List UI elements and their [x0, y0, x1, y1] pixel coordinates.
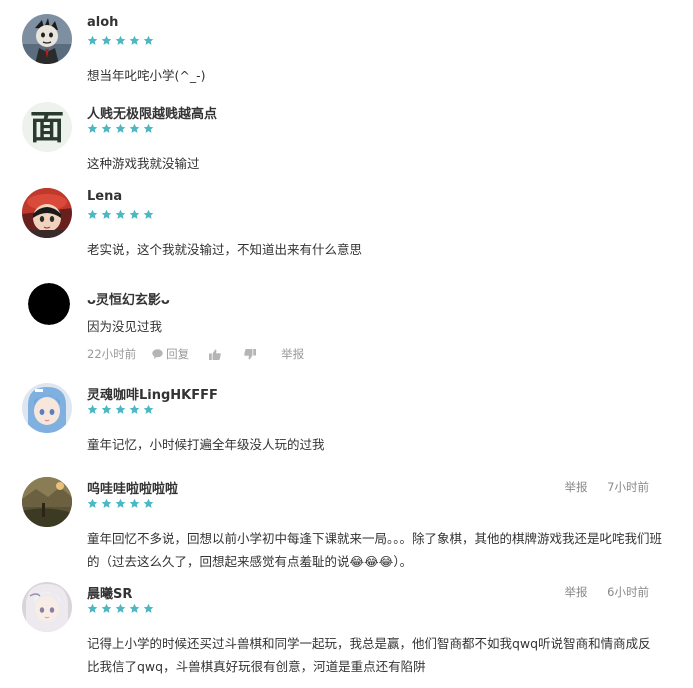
user-avatar[interactable] — [22, 188, 72, 238]
report-button[interactable]: 举报 — [565, 480, 588, 494]
star-icon — [101, 498, 112, 509]
star-icon — [87, 209, 98, 220]
comment-item: aloh 想当年叱咤小学(^_-) — [0, 14, 693, 94]
comment-meta: 举报 6小时前 — [565, 584, 649, 600]
user-avatar[interactable] — [22, 477, 72, 527]
star-rating — [87, 498, 157, 510]
thumbs-up-icon — [209, 349, 221, 360]
star-icon — [143, 123, 154, 134]
star-icon — [101, 209, 112, 220]
star-rating — [87, 209, 157, 221]
star-icon — [101, 35, 112, 46]
username[interactable]: aloh — [87, 15, 118, 30]
timestamp: 6小时前 — [607, 585, 649, 599]
star-icon — [87, 123, 98, 134]
star-icon — [143, 404, 154, 415]
comment-item: 晨曦SR 举报 6小时前 记得上小学的时候还买过斗兽棋和同学一起玩，我总是赢，他… — [0, 582, 693, 682]
star-icon — [115, 123, 126, 134]
dislike-button[interactable] — [244, 348, 259, 360]
star-icon — [129, 123, 140, 134]
comment-item: 面 人贱无极限越贱越高点 这种游戏我就没输过 — [0, 102, 693, 182]
star-rating — [87, 603, 157, 615]
timestamp: 22小时前 — [87, 347, 137, 361]
star-rating — [87, 123, 157, 135]
star-icon — [115, 404, 126, 415]
star-icon — [143, 498, 154, 509]
comment-text: 童年回忆不多说，回想以前小学初中每逢下课就来一局。。。除了象棋，其他的棋牌游戏我… — [87, 531, 663, 569]
star-icon — [129, 603, 140, 614]
avatar-calligraphy-char: 面 — [30, 108, 64, 148]
report-button[interactable]: 举报 — [281, 346, 304, 362]
star-icon — [87, 603, 98, 614]
username[interactable]: 灵魂咖啡LingHKFFF — [87, 384, 218, 403]
reply-label: 回复 — [166, 347, 190, 361]
comment-actions: 22小时前 回复 举报 — [87, 346, 320, 362]
star-icon — [129, 209, 140, 220]
star-icon — [115, 603, 126, 614]
username[interactable]: 人贱无极限越贱越高点 — [87, 103, 217, 122]
star-icon — [143, 603, 154, 614]
username[interactable]: Lena — [87, 189, 122, 204]
star-icon — [87, 404, 98, 415]
star-icon — [129, 35, 140, 46]
star-icon — [129, 498, 140, 509]
comment-item: Lena 老实说，这个我就没输过，不知道出来有什么意思 — [0, 188, 693, 268]
star-rating — [87, 404, 157, 416]
user-avatar[interactable]: 面 — [22, 102, 72, 152]
star-icon — [87, 35, 98, 46]
username[interactable]: ᴗ灵恒幻玄影ᴗ — [87, 289, 170, 308]
speech-bubble-icon — [152, 349, 163, 359]
comment-item: 呜哇哇啦啦啦啦 举报 7小时前 童年回忆不多说，回想以前小学初中每逢下课就来一局… — [0, 477, 693, 577]
star-icon — [101, 123, 112, 134]
like-button[interactable] — [209, 349, 224, 360]
comment-item: ᴗ灵恒幻玄影ᴗ 因为没见过我 22小时前 回复 举报 — [0, 281, 693, 371]
comment-text: 因为没见过我 — [87, 319, 163, 334]
thumbs-down-icon — [244, 348, 257, 359]
reply-button[interactable]: 回复 — [152, 346, 189, 362]
star-icon — [115, 35, 126, 46]
user-avatar[interactable] — [22, 582, 72, 632]
comment-item: 灵魂咖啡LingHKFFF 童年记忆，小时候打遍全年级没人玩的过我 — [0, 383, 693, 463]
comment-text: 记得上小学的时候还买过斗兽棋和同学一起玩，我总是赢，他们智商都不如我qwq听说智… — [87, 636, 651, 674]
user-avatar[interactable] — [28, 283, 70, 325]
star-rating — [87, 35, 157, 47]
comment-text: 这种游戏我就没输过 — [87, 156, 200, 171]
star-icon — [101, 603, 112, 614]
star-icon — [101, 404, 112, 415]
star-icon — [115, 209, 126, 220]
comment-meta: 举报 7小时前 — [565, 479, 649, 495]
star-icon — [129, 404, 140, 415]
user-avatar[interactable] — [22, 383, 72, 433]
comment-text: 老实说，这个我就没输过，不知道出来有什么意思 — [87, 242, 363, 257]
star-icon — [87, 498, 98, 509]
report-button[interactable]: 举报 — [565, 585, 588, 599]
star-icon — [143, 35, 154, 46]
star-icon — [143, 209, 154, 220]
comment-text: 想当年叱咤小学(^_-) — [87, 68, 206, 83]
user-avatar[interactable] — [22, 14, 72, 64]
username[interactable]: 晨曦SR — [87, 583, 132, 602]
comment-text: 童年记忆，小时候打遍全年级没人玩的过我 — [87, 437, 325, 452]
timestamp: 7小时前 — [607, 480, 649, 494]
star-icon — [115, 498, 126, 509]
username[interactable]: 呜哇哇啦啦啦啦 — [87, 478, 178, 497]
